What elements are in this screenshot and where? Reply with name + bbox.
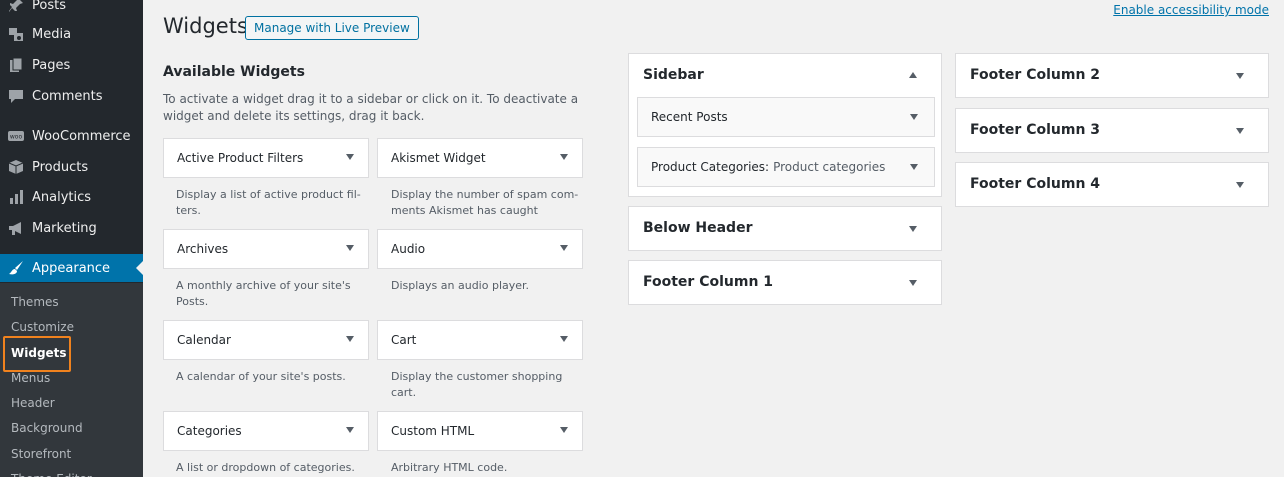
menu-item-pages[interactable]: Pages <box>0 50 143 80</box>
chevron-down-icon[interactable] <box>560 427 568 433</box>
menu-item-appearance[interactable]: Appearance <box>0 254 143 282</box>
menu-label: Media <box>32 26 72 42</box>
sidebar-area-sidebar[interactable]: Sidebar Recent Posts Product Categories:… <box>628 53 942 197</box>
widget-title: Active Product Filters <box>177 151 304 165</box>
chevron-down-icon[interactable] <box>346 245 354 251</box>
sidebar-area-title: Footer Column 2 <box>970 67 1101 83</box>
chevron-down-icon[interactable] <box>560 336 568 342</box>
menu-label: Posts <box>32 0 66 13</box>
widget-description: Arbitrary HTML code. <box>391 461 508 474</box>
widget-title: Cart <box>391 333 417 347</box>
chevron-down-icon[interactable] <box>346 154 354 160</box>
pages-icon <box>8 57 24 73</box>
menu-item-media[interactable]: Media <box>0 19 143 49</box>
sidebar-area-title: Footer Column 4 <box>970 176 1101 192</box>
sidebar-area-title: Footer Column 1 <box>643 274 774 290</box>
chevron-down-icon[interactable] <box>560 154 568 160</box>
widget-categories[interactable]: Categories <box>163 411 369 451</box>
svg-text:woo: woo <box>10 134 23 141</box>
chevron-down-icon[interactable] <box>1236 182 1244 188</box>
menu-label: WooCommerce <box>32 128 131 144</box>
chevron-down-icon[interactable] <box>909 280 917 286</box>
media-icon <box>8 26 24 42</box>
manage-live-preview-button[interactable]: Manage with Live Preview <box>245 16 419 40</box>
menu-item-marketing[interactable]: Marketing <box>0 213 143 243</box>
sidebar-area-footer-column-3[interactable]: Footer Column 3 <box>955 108 1269 153</box>
widget-custom-html[interactable]: Custom HTML <box>377 411 583 451</box>
submenu-item-background[interactable]: Background <box>11 418 83 438</box>
widget-calendar[interactable]: Calendar <box>163 320 369 360</box>
sidebar-area-title: Footer Column 3 <box>970 122 1101 138</box>
widget-description: Displays an audio player. <box>391 279 530 292</box>
widgets-highlight-box <box>3 336 71 372</box>
widget-title: Audio <box>391 242 426 256</box>
widget-audio[interactable]: Audio <box>377 229 583 269</box>
menu-label: Products <box>32 159 89 175</box>
widget-title: Calendar <box>177 333 231 347</box>
comment-icon <box>8 88 24 104</box>
available-widgets-description: To activate a widget drag it to a sideba… <box>163 92 579 123</box>
chevron-down-icon[interactable] <box>910 164 918 170</box>
widget-title: Custom HTML <box>391 424 475 438</box>
box-icon <box>8 159 24 175</box>
menu-label: Analytics <box>32 189 92 205</box>
widget-description: Display the customer shopping cart. <box>391 370 563 399</box>
menu-item-analytics[interactable]: Analytics <box>0 182 143 212</box>
page-title: Widgets <box>163 14 248 38</box>
sidebar-widget-product-categories[interactable]: Product Categories: Product categories <box>637 147 935 187</box>
sidebar-widget-recent-posts[interactable]: Recent Posts <box>637 97 935 137</box>
sidebar-area-footer-column-2[interactable]: Footer Column 2 <box>955 53 1269 98</box>
submenu-item-customize[interactable]: Customize <box>11 317 74 337</box>
menu-label: Pages <box>32 57 71 73</box>
widget-description: A monthly archive of your site's Posts. <box>176 279 351 308</box>
menu-label: Comments <box>32 88 103 104</box>
brush-icon <box>8 260 24 276</box>
widget-title: Categories <box>177 424 242 438</box>
menu-item-products[interactable]: Products <box>0 152 143 182</box>
menu-label: Appearance <box>32 260 111 276</box>
sidebar-area-below-header[interactable]: Below Header <box>628 206 942 251</box>
widget-title: Product Categories: <box>651 160 770 174</box>
widget-archives[interactable]: Archives <box>163 229 369 269</box>
menu-item-comments[interactable]: Comments <box>0 81 143 111</box>
woocommerce-icon: woo <box>8 128 24 144</box>
widget-cart[interactable]: Cart <box>377 320 583 360</box>
submenu-item-header[interactable]: Header <box>11 393 55 413</box>
sidebar-area-title: Below Header <box>643 220 753 236</box>
enable-accessibility-link[interactable]: Enable accessibility mode <box>1113 3 1269 17</box>
widget-subtitle: Product categories <box>773 160 886 174</box>
chevron-down-icon[interactable] <box>346 336 354 342</box>
widget-description: Display a list of active product fil-ter… <box>176 188 361 217</box>
pin-icon <box>8 0 24 13</box>
chevron-down-icon[interactable] <box>1236 128 1244 134</box>
available-widgets-title: Available Widgets <box>163 64 305 80</box>
menu-item-woocommerce[interactable]: woo WooCommerce <box>0 121 143 151</box>
chevron-down-icon[interactable] <box>910 114 918 120</box>
widget-active-product-filters[interactable]: Active Product Filters <box>163 138 369 178</box>
menu-item-posts[interactable]: Posts <box>0 0 143 20</box>
chevron-down-icon[interactable] <box>346 427 354 433</box>
admin-sidebar: Posts Media Pages Comments woo WooCommer… <box>0 0 143 477</box>
chevron-down-icon[interactable] <box>1236 73 1244 79</box>
menu-label: Marketing <box>32 220 97 236</box>
submenu-item-theme-editor[interactable]: Theme Editor <box>11 469 92 477</box>
chevron-down-icon[interactable] <box>909 226 917 232</box>
widget-description: A list or dropdown of categories. <box>176 461 355 474</box>
widget-title: Akismet Widget <box>391 151 486 165</box>
widget-description: Display the number of spam com-ments Aki… <box>391 188 579 217</box>
megaphone-icon <box>8 220 24 236</box>
widget-title: Recent Posts <box>651 110 728 124</box>
widget-akismet[interactable]: Akismet Widget <box>377 138 583 178</box>
sidebar-area-title: Sidebar <box>643 67 704 83</box>
widget-description: A calendar of your site's posts. <box>176 370 346 383</box>
submenu-item-themes[interactable]: Themes <box>11 292 59 312</box>
bar-chart-icon <box>8 189 24 205</box>
sidebar-area-footer-column-4[interactable]: Footer Column 4 <box>955 162 1269 207</box>
chevron-up-icon[interactable] <box>909 72 917 78</box>
submenu-item-storefront[interactable]: Storefront <box>11 444 71 464</box>
widget-title: Archives <box>177 242 229 256</box>
chevron-down-icon[interactable] <box>560 245 568 251</box>
sidebar-area-footer-column-1[interactable]: Footer Column 1 <box>628 260 942 305</box>
